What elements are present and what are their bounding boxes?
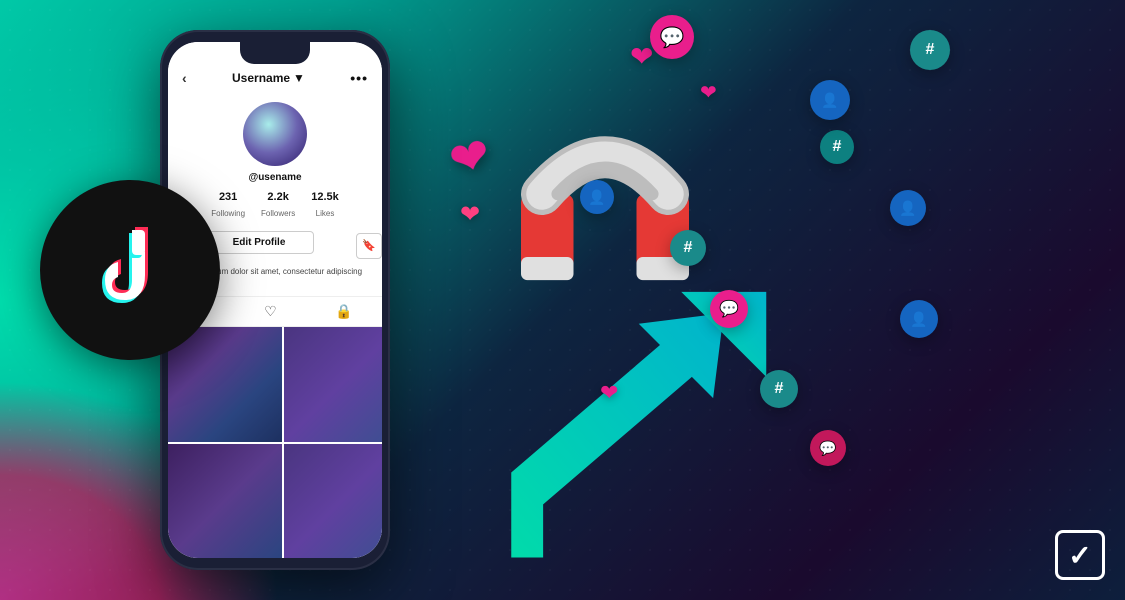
big-heart-icon: ❤: [443, 126, 496, 191]
stat-likes: 12.5k Likes: [311, 191, 339, 221]
followers-count: 2.2k: [261, 191, 295, 203]
heart-icon-1: ❤: [630, 40, 653, 73]
chat-icon-2: 💬: [710, 290, 748, 328]
tiktok-svg-icon: [90, 225, 170, 315]
user-icon-2: 👤: [890, 190, 926, 226]
stat-following: 231 Following: [211, 191, 245, 221]
likes-count: 12.5k: [311, 191, 339, 203]
back-arrow-icon[interactable]: ‹: [182, 70, 187, 86]
hashtag-icon-4: #: [820, 130, 854, 164]
following-count: 231: [211, 191, 245, 203]
stat-followers: 2.2k Followers: [261, 191, 295, 221]
grid-cell-2[interactable]: [284, 327, 382, 441]
right-scene: ❤ ❤ ❤ ❤ ❤ # # # # 👤 👤 👤 👤 💬 💬 💬: [430, 0, 1125, 600]
grid-cell-4[interactable]: [168, 444, 282, 558]
username-header: Username ▼: [232, 71, 305, 85]
edit-profile-button[interactable]: Edit Profile: [204, 231, 314, 254]
grid-cell-1[interactable]: [168, 327, 282, 441]
bookmark-button[interactable]: 🔖: [356, 233, 382, 259]
magnet-icon: [510, 110, 700, 320]
hashtag-icon-3: #: [760, 370, 798, 408]
tab-likes-icon[interactable]: ♡: [264, 303, 277, 320]
user-icon-3: 👤: [900, 300, 938, 338]
chat-icon-1: 💬: [650, 15, 694, 59]
username-label: Username: [232, 71, 290, 85]
user-icon-1: 👤: [810, 80, 850, 120]
dropdown-icon: ▼: [293, 71, 305, 85]
more-options-icon[interactable]: •••: [350, 70, 368, 86]
phone-notch: [240, 42, 310, 64]
following-label: Following: [211, 209, 245, 218]
heart-icon-2: ❤: [700, 80, 717, 105]
heart-icon-3: ❤: [460, 200, 480, 229]
likes-label: Likes: [316, 209, 335, 218]
hashtag-icon-1: #: [910, 30, 950, 70]
followers-label: Followers: [261, 209, 295, 218]
tiktok-logo: [40, 180, 220, 360]
heart-icon-4: ❤: [600, 380, 618, 406]
profile-handle: @usename: [168, 172, 382, 183]
tab-private-icon[interactable]: 🔒: [335, 303, 352, 320]
grid-cell-5[interactable]: [284, 444, 382, 558]
video-grid: [168, 327, 382, 558]
user-icon-4: 👤: [580, 180, 614, 214]
hashtag-icon-2: #: [670, 230, 706, 266]
profile-avatar: [243, 102, 307, 166]
checkbox-watermark: [1055, 530, 1105, 580]
trending-arrow: [490, 280, 830, 580]
chat-icon-3: 💬: [810, 430, 846, 466]
